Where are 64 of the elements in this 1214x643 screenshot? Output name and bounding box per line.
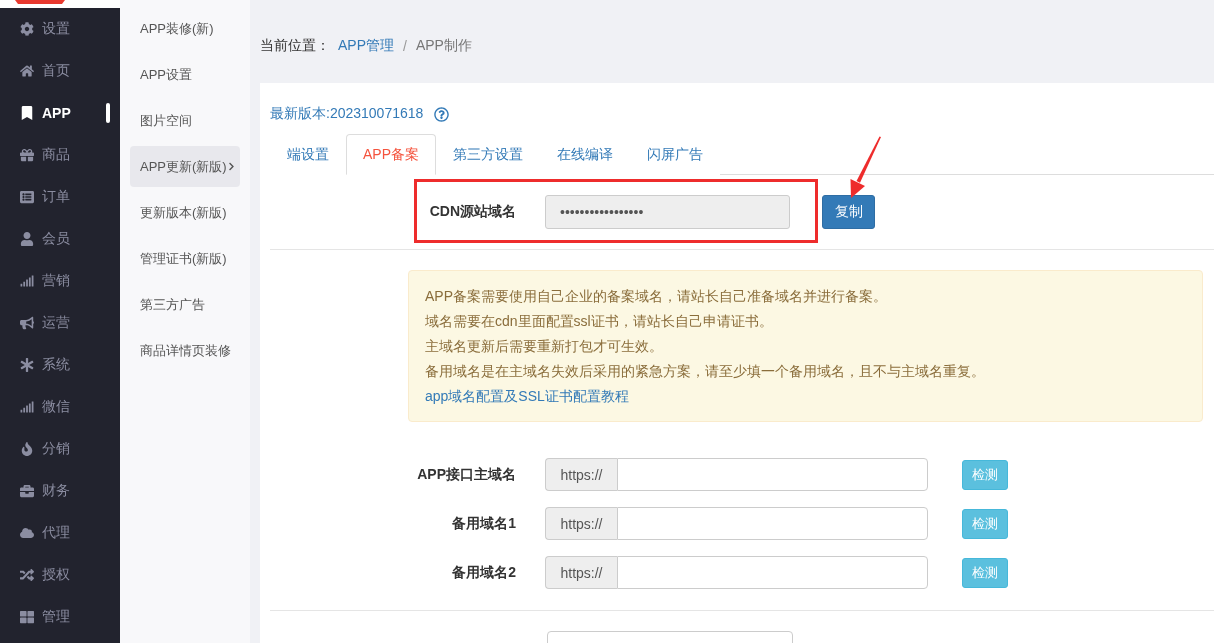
subnav-item[interactable]: 第三方广告 [130,284,240,325]
subnav-item[interactable]: 管理证书(新版) [130,238,240,279]
sidebar-item[interactable]: 授权 [0,554,120,596]
notice-text: 主域名更新后需要重新打包才可生效。 [425,337,663,356]
sidebar-item[interactable]: 营销 [0,260,120,302]
sidebar-item[interactable]: 设置 [0,8,120,50]
breadcrumb-current: APP制作 [415,37,472,55]
bar-chart-icon [20,400,34,414]
subnav-item[interactable]: 图片空间 [130,100,240,141]
domain-input[interactable] [617,556,928,589]
breadcrumb-separator: / [403,38,407,54]
notice-text: 备用域名是在主域名失效后采用的紧急方案，请至少填一个备用域名，且不与主域名重复。 [425,362,985,381]
bar-chart-icon [20,274,34,288]
user-icon [20,232,34,246]
breadcrumb-label: 当前位置： [260,37,330,55]
tutorial-link[interactable]: app域名配置及SSL证书配置教程 [425,388,629,404]
field-label: APP接口主域名 [417,465,516,484]
home-icon [20,64,34,78]
subnav-item[interactable]: 更新版本(新版) [130,192,240,233]
sidebar-item[interactable]: 商品 [0,134,120,176]
subnav-item[interactable]: APP更新(新版) [130,146,240,187]
subnav-item[interactable]: APP设置 [130,54,240,95]
gift-icon [20,148,34,162]
subnav-item[interactable]: APP装修(新) [130,8,240,49]
briefcase-icon [20,484,34,498]
version-text: 最新版本:202310071618 [270,105,424,123]
url-prefix-addon: https:// [545,507,617,540]
breadcrumb-link[interactable]: APP管理 [338,37,394,55]
flame-icon [20,442,34,456]
field-label: 备用域名2 [452,563,516,582]
list-icon [20,190,34,204]
field-label: CDN源站域名 [429,203,516,221]
sidebar-item[interactable]: APP [0,92,120,134]
sidebar-item[interactable]: 分销 [0,428,120,470]
sidebar-item[interactable]: 首页 [0,50,120,92]
grid-icon [20,610,34,624]
cloud-icon [20,526,34,540]
sidebar-item[interactable]: 代理 [0,512,120,554]
domain-input[interactable] [617,458,928,491]
sidebar-item[interactable]: 系统 [0,344,120,386]
sidebar-item[interactable]: 运营 [0,302,120,344]
sidebar-item[interactable]: 财务 [0,470,120,512]
active-indicator [106,103,110,123]
megaphone-icon [20,316,34,330]
shuffle-icon [20,568,34,582]
sidebar-item[interactable]: 微信 [0,386,120,428]
bookmark-icon [20,106,34,120]
copy-button[interactable]: 复制 [822,195,875,229]
url-prefix-addon: https:// [545,556,617,589]
domain-input[interactable] [617,507,928,540]
sidebar-item[interactable]: 管理 [0,596,120,638]
cdn-domain-field[interactable]: ••••••••••••••••• [545,195,790,229]
logo-icon [15,0,65,4]
asterisk-icon [20,358,34,372]
sidebar-item[interactable]: 会员 [0,218,120,260]
notice-text: 域名需要在cdn里面配置ssl证书，请站长自己申请证书。 [425,312,773,331]
url-prefix-addon: https:// [545,458,617,491]
gear-icon [20,22,34,36]
subnav-item[interactable]: 商品详情页装修 [130,330,240,371]
tab[interactable]: APP备案 [346,134,436,175]
sidebar-item[interactable]: 订单 [0,176,120,218]
help-icon[interactable] [434,106,450,122]
notice-text: APP备案需要使用自己企业的备案域名，请站长自己准备域名并进行备案。 [425,287,887,306]
field-label: 备用域名1 [452,514,516,533]
